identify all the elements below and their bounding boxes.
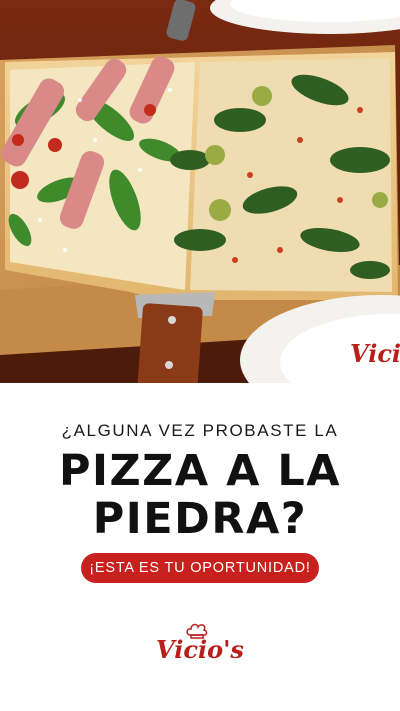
pizza-illustration: Vicio <box>0 0 400 383</box>
cta-button[interactable]: ¡ESTA ES TU OPORTUNIDAD! <box>81 553 319 583</box>
promo-panel: ¿ALGUNA VEZ PROBASTE LA PIZZA A LA PIEDR… <box>0 383 400 711</box>
headline-title: PIZZA A LA PIEDRA? <box>0 447 400 543</box>
plate-logo: Vicio <box>350 339 400 368</box>
headline-kicker: ¿ALGUNA VEZ PROBASTE LA <box>61 421 339 440</box>
pizza-photo: Vicio <box>0 0 400 383</box>
headline-line-1: PIZZA A LA <box>58 446 342 496</box>
brand-logo: Vicio's <box>150 623 250 669</box>
brand-name: Vicio's <box>156 635 244 664</box>
headline-line-2: PIEDRA? <box>92 494 308 544</box>
